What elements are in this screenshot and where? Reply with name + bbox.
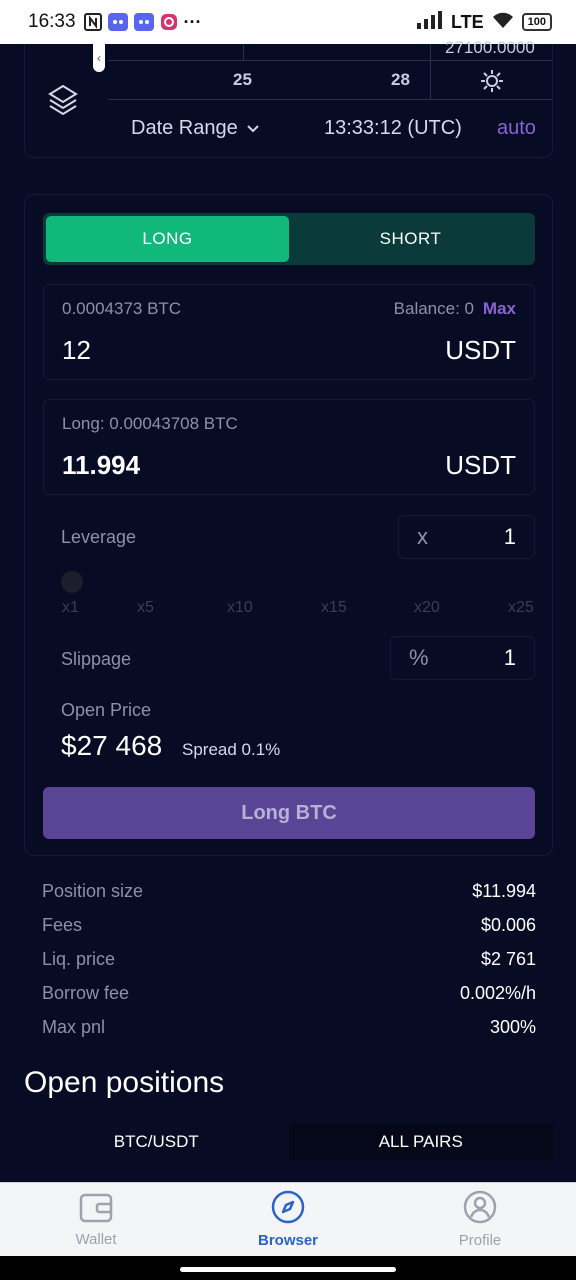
- long-tab[interactable]: LONG: [46, 216, 289, 262]
- nav-browser-label: Browser: [257, 1232, 319, 1249]
- leverage-value: 1: [503, 524, 516, 549]
- open-positions-title: Open positions: [24, 1066, 225, 1099]
- compass-icon: [271, 1190, 305, 1228]
- borrow-fee-value: 0.002%/h: [459, 982, 536, 1003]
- chevron-down-icon: [246, 117, 260, 140]
- fees-label: Fees: [42, 914, 83, 935]
- nav-profile-label: Profile: [458, 1232, 502, 1249]
- home-indicator[interactable]: [180, 1267, 396, 1272]
- summary-row: Borrow fee 0.002%/h: [42, 976, 536, 1010]
- profile-icon: [463, 1190, 497, 1228]
- x-tick-label: 28: [391, 70, 410, 89]
- position-size-label: Position size: [42, 880, 144, 901]
- summary-row: Position size $11.994: [42, 874, 536, 908]
- liq-price-value: $2 761: [480, 948, 536, 969]
- chart-gridline: [243, 44, 244, 60]
- leverage-mark[interactable]: x25: [508, 599, 534, 617]
- position-size-value: $11.994: [472, 880, 536, 901]
- utc-clock: 13:33:12 (UTC): [324, 117, 462, 139]
- more-notifications-icon: ···: [183, 11, 202, 32]
- nfc-icon: [83, 13, 102, 31]
- max-pnl-value: 300%: [489, 1016, 536, 1037]
- pay-unit: USDT: [445, 335, 516, 365]
- nav-profile[interactable]: Profile: [384, 1183, 576, 1256]
- nav-wallet[interactable]: Wallet: [0, 1183, 192, 1256]
- slippage-input[interactable]: % 1: [390, 636, 535, 680]
- long-btc-button[interactable]: Long BTC: [43, 787, 535, 839]
- liq-price-label: Liq. price: [42, 948, 116, 969]
- network-type: LTE: [450, 11, 484, 32]
- settings-gear-icon[interactable]: [480, 69, 504, 98]
- summary-row: Liq. price $2 761: [42, 942, 536, 976]
- chart-gridline: [108, 60, 552, 61]
- balance-label: Balance: 0: [393, 299, 474, 318]
- chart-panel: ‹ 27100.0000 25 28 Date Range 13:33:12 (…: [24, 38, 553, 158]
- leverage-mark[interactable]: x1: [62, 599, 79, 617]
- long-btc-amount: Long: 0.00043708 BTC: [62, 414, 238, 433]
- x-tick-label: 25: [233, 70, 252, 89]
- slippage-value: 1: [503, 645, 516, 670]
- nav-browser[interactable]: Browser: [192, 1183, 384, 1256]
- layers-icon[interactable]: [47, 84, 79, 123]
- leverage-mark[interactable]: x15: [321, 599, 347, 617]
- date-range-dropdown[interactable]: Date Range: [131, 117, 260, 140]
- summary-row: Fees $0.006: [42, 908, 536, 942]
- open-price-value: $27 468: [61, 730, 163, 761]
- leverage-mark[interactable]: x5: [137, 599, 154, 617]
- receive-unit: USDT: [445, 450, 516, 480]
- spread-label: Spread 0.1%: [182, 740, 281, 759]
- wifi-icon: [492, 11, 514, 34]
- tab-btc-usdt[interactable]: BTC/USDT: [24, 1124, 289, 1160]
- direction-toggle: LONG SHORT: [43, 213, 535, 265]
- slippage-prefix: %: [409, 645, 429, 670]
- borrow-fee-label: Borrow fee: [42, 982, 130, 1003]
- summary-row: Max pnl 300%: [42, 1010, 536, 1044]
- leverage-input[interactable]: x 1: [398, 515, 535, 559]
- discord-icon-2: [133, 13, 154, 31]
- date-range-label: Date Range: [131, 117, 238, 139]
- leverage-mark[interactable]: x20: [414, 599, 440, 617]
- signal-icon: [416, 10, 443, 34]
- slippage-label: Slippage: [61, 649, 132, 669]
- drawer-handle[interactable]: ‹: [93, 44, 105, 72]
- receive-amount-value[interactable]: 11.994: [62, 450, 140, 481]
- nav-wallet-label: Wallet: [75, 1231, 117, 1248]
- position-summary: Position size $11.994 Fees $0.006 Liq. p…: [42, 874, 536, 1044]
- chart-gridline: [430, 44, 431, 99]
- max-pnl-label: Max pnl: [42, 1016, 106, 1037]
- fees-value: $0.006: [480, 914, 536, 935]
- trade-panel: LONG SHORT 0.0004373 BTC Balance: 0 Max …: [24, 194, 553, 856]
- leverage-prefix: x: [417, 524, 428, 549]
- leverage-label: Leverage: [61, 527, 137, 547]
- positions-tabs: BTC/USDT ALL PAIRS: [24, 1124, 553, 1160]
- battery-icon: 100: [521, 13, 552, 31]
- wallet-icon: [79, 1191, 113, 1227]
- leverage-mark[interactable]: x10: [227, 599, 253, 617]
- status-time: 16:33: [28, 11, 76, 32]
- instagram-icon: [160, 13, 178, 31]
- chart-axis-line: [108, 99, 552, 100]
- receive-amount-field[interactable]: Long: 0.00043708 BTC 11.994 USDT: [43, 399, 535, 495]
- open-price-label: Open Price: [61, 700, 152, 720]
- tab-all-pairs[interactable]: ALL PAIRS: [288, 1124, 553, 1160]
- auto-scale-button[interactable]: auto: [497, 117, 536, 140]
- short-tab[interactable]: SHORT: [289, 216, 532, 262]
- pay-btc-equivalent: 0.0004373 BTC: [62, 299, 182, 318]
- leverage-slider-handle[interactable]: [61, 571, 83, 593]
- price-axis-label: 27100.0000: [445, 38, 535, 57]
- pay-amount-field[interactable]: 0.0004373 BTC Balance: 0 Max 12 USDT: [43, 284, 535, 380]
- pay-amount-input[interactable]: 12: [62, 335, 91, 366]
- bottom-navigation: Wallet Browser Profile: [0, 1182, 576, 1256]
- discord-icon: [107, 13, 128, 31]
- max-button[interactable]: Max: [483, 299, 516, 319]
